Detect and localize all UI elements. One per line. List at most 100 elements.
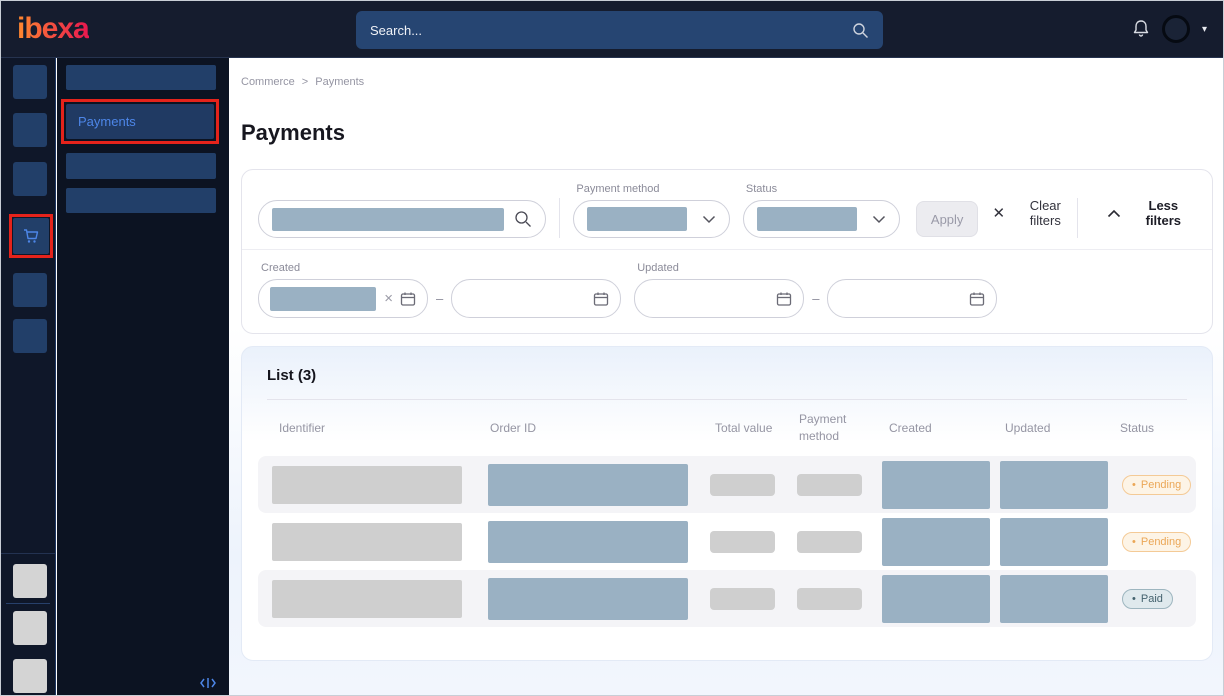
breadcrumb-separator: > xyxy=(302,76,308,88)
status-dot: • xyxy=(1132,536,1136,548)
payment-method-placeholder xyxy=(797,588,862,610)
filter-search-input[interactable] xyxy=(258,200,546,238)
clear-filters-label: Clear filters xyxy=(1014,198,1077,228)
filters-row-1: Payment method Status xyxy=(242,170,1212,250)
filters-card: Payment method Status xyxy=(241,169,1213,334)
payment-method-label: Payment method xyxy=(573,183,730,195)
order-id-placeholder xyxy=(488,521,688,563)
sidebar-icon-placeholder-5[interactable] xyxy=(13,273,47,307)
calendar-icon[interactable] xyxy=(776,291,792,307)
updated-placeholder xyxy=(1000,575,1108,623)
calendar-icon[interactable] xyxy=(400,291,416,307)
column-header-identifier: Identifier xyxy=(258,420,488,437)
calendar-icon[interactable] xyxy=(593,291,609,307)
global-search-input[interactable] xyxy=(370,23,852,38)
column-header-status: Status xyxy=(1110,420,1196,437)
payments-list-card: List (3) Identifier Order ID Total value… xyxy=(241,346,1213,661)
table-row[interactable]: • Paid xyxy=(258,570,1196,627)
date-range-separator: – xyxy=(812,291,819,306)
payment-method-placeholder xyxy=(797,531,862,553)
clear-filters-button[interactable]: ✕ Clear filters xyxy=(992,198,1076,228)
list-title: List (3) xyxy=(258,362,1196,399)
identifier-placeholder xyxy=(272,466,462,504)
shopping-cart-icon xyxy=(21,226,41,246)
filters-row-2: Created × – xyxy=(242,250,1212,333)
filter-search-value-placeholder xyxy=(272,208,504,231)
status-label: Status xyxy=(743,183,900,195)
sidebar-bottom-icon-placeholder-3[interactable] xyxy=(13,659,47,693)
menu-item-placeholder-4[interactable] xyxy=(66,188,216,213)
user-menu-caret-icon[interactable]: ▾ xyxy=(1202,24,1207,35)
clear-date-icon[interactable]: × xyxy=(384,290,393,307)
user-avatar[interactable] xyxy=(1162,15,1190,43)
menu-item-payments-label: Payments xyxy=(78,114,136,129)
status-badge: • Pending xyxy=(1122,532,1191,552)
column-header-order-id: Order ID xyxy=(488,420,710,437)
menu-item-placeholder-1[interactable] xyxy=(66,65,216,90)
filter-divider xyxy=(1077,198,1078,238)
bell-icon[interactable] xyxy=(1132,19,1150,39)
created-from-value-placeholder xyxy=(270,287,376,311)
search-icon[interactable] xyxy=(514,210,532,228)
column-header-payment-method: Payment method xyxy=(797,411,882,445)
sidebar-bottom-icon-placeholder-1[interactable] xyxy=(13,564,47,598)
sidebar-icon-placeholder-2[interactable] xyxy=(13,113,47,147)
table-header-row: Identifier Order ID Total value Payment … xyxy=(258,400,1196,456)
status-dot: • xyxy=(1132,479,1136,491)
less-filters-label: Less filters xyxy=(1131,198,1196,228)
updated-placeholder xyxy=(1000,461,1108,509)
status-select[interactable] xyxy=(743,200,900,238)
menu-item-placeholder-3[interactable] xyxy=(66,153,216,179)
menu-item-payments[interactable]: Payments xyxy=(66,104,214,139)
page-title: Payments xyxy=(241,120,1211,146)
created-placeholder xyxy=(882,575,990,623)
created-from-date-input[interactable]: × xyxy=(258,279,428,318)
clear-x-icon: ✕ xyxy=(992,204,1005,222)
created-to-date-input[interactable] xyxy=(451,279,621,318)
chevron-down-icon xyxy=(872,215,886,224)
table-row[interactable]: • Pending xyxy=(258,513,1196,570)
breadcrumb-commerce[interactable]: Commerce xyxy=(241,76,295,88)
payment-method-select[interactable] xyxy=(573,200,730,238)
rail-divider xyxy=(1,553,55,554)
icon-rail-sidebar xyxy=(1,58,56,695)
date-range-separator: – xyxy=(436,291,443,306)
commerce-annotation-box xyxy=(9,214,53,258)
sidebar-icon-placeholder-6[interactable] xyxy=(13,319,47,353)
apply-button[interactable]: Apply xyxy=(916,201,979,237)
calendar-icon[interactable] xyxy=(969,291,985,307)
status-label: Pending xyxy=(1141,536,1181,548)
sidebar-icon-placeholder-1[interactable] xyxy=(13,65,47,99)
sidebar-bottom-icon-placeholder-2[interactable] xyxy=(13,611,47,645)
filter-divider xyxy=(559,198,560,238)
rail-divider-2 xyxy=(6,603,50,604)
status-label: Pending xyxy=(1141,479,1181,491)
sidebar-icon-placeholder-3[interactable] xyxy=(13,162,47,196)
breadcrumb-payments[interactable]: Payments xyxy=(315,76,364,88)
less-filters-button[interactable]: Less filters xyxy=(1107,198,1196,228)
search-icon[interactable] xyxy=(852,22,869,39)
order-id-placeholder xyxy=(488,578,688,620)
collapse-panel-icon[interactable] xyxy=(199,676,217,690)
table-row[interactable]: • Pending xyxy=(258,456,1196,513)
updated-from-date-input[interactable] xyxy=(634,279,804,318)
chevron-down-icon xyxy=(702,215,716,224)
sidebar-item-commerce[interactable] xyxy=(13,218,49,254)
app-window: ibexa ▾ xyxy=(0,0,1224,696)
column-header-total-value: Total value xyxy=(710,420,797,437)
global-search[interactable] xyxy=(356,11,883,49)
column-header-updated: Updated xyxy=(1000,420,1110,437)
created-placeholder xyxy=(882,461,990,509)
chevron-up-icon xyxy=(1107,209,1121,218)
identifier-placeholder xyxy=(272,580,462,618)
status-value-placeholder xyxy=(757,207,857,231)
updated-to-date-input[interactable] xyxy=(827,279,997,318)
breadcrumb: Commerce > Payments xyxy=(241,74,1211,88)
main-content: Commerce > Payments Payments Payment met… xyxy=(229,58,1223,695)
status-badge: • Pending xyxy=(1122,475,1191,495)
total-value-placeholder xyxy=(710,531,775,553)
status-dot: • xyxy=(1132,593,1136,605)
column-header-created: Created xyxy=(882,420,1000,437)
payment-method-placeholder xyxy=(797,474,862,496)
ibexa-logo[interactable]: ibexa xyxy=(17,14,89,44)
